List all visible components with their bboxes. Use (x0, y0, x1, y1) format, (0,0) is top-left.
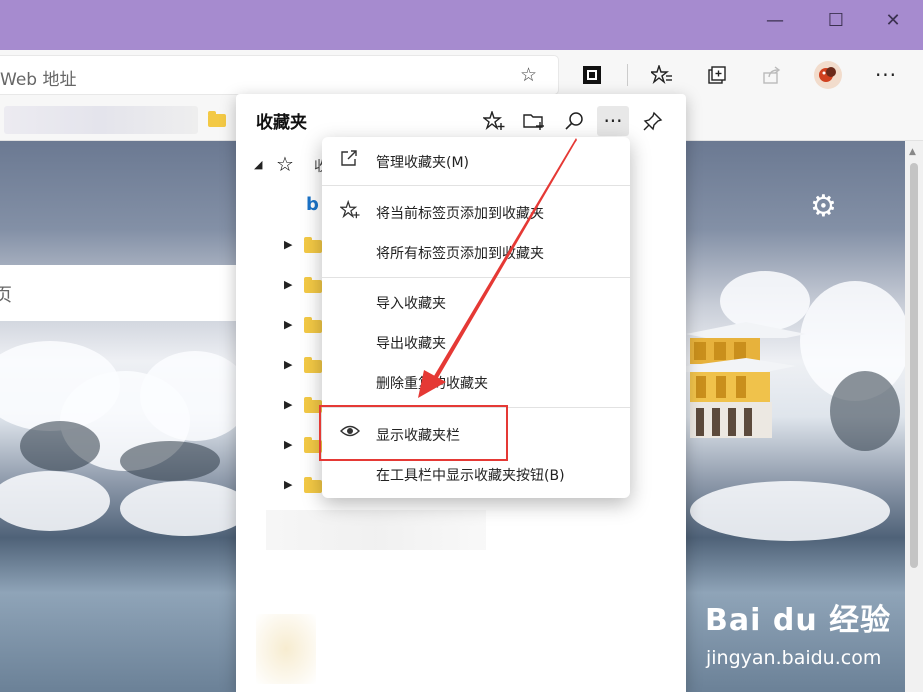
favorite-star-icon[interactable]: ☆ (520, 64, 537, 86)
toolbar: Web 地址 ☆ ··· (0, 50, 923, 100)
expand-arrow-icon[interactable]: ▶ (284, 318, 292, 331)
temple-image (686, 322, 806, 438)
toolbar-divider (627, 64, 628, 86)
address-bar[interactable]: Web 地址 ☆ (0, 56, 558, 94)
close-icon: ✕ (885, 9, 901, 31)
snow-bank (120, 481, 250, 536)
expand-arrow-icon[interactable]: ▶ (284, 478, 292, 491)
page-scrollbar[interactable]: ▲ (905, 141, 923, 692)
add-favorite-icon (339, 199, 360, 225)
menu-item-label: 将所有标签页添加到收藏夹 (376, 246, 544, 262)
collections-icon[interactable] (701, 60, 733, 90)
scroll-up-icon[interactable]: ▲ (909, 147, 916, 157)
minimize-icon: — (766, 9, 784, 31)
bing-icon: b (306, 194, 319, 215)
folder-icon (304, 237, 322, 253)
profile-avatar[interactable] (812, 60, 844, 90)
highlight-box (319, 405, 508, 461)
expand-arrow-icon[interactable]: ▶ (284, 438, 292, 451)
more-icon[interactable]: ··· (870, 60, 902, 90)
maximize-icon: ☐ (827, 9, 845, 31)
watermark-logo: Bai du 经验 (705, 603, 892, 638)
pin-icon[interactable] (637, 106, 669, 136)
snow-bank (690, 481, 890, 541)
snow-bank (0, 471, 110, 531)
folder-icon (304, 357, 322, 373)
address-placeholder: Web 地址 (0, 70, 77, 90)
folder-icon (304, 277, 322, 293)
search-hint: 页 (0, 285, 12, 306)
menu-item-label: 将当前标签页添加到收藏夹 (376, 206, 544, 222)
menu-item-import[interactable]: 导入收藏夹 (322, 282, 630, 322)
app-icon[interactable] (576, 60, 608, 90)
baidu-watermark: Bai du 经验 jingyan.baidu.com (705, 595, 892, 669)
expand-arrow-icon[interactable]: ▶ (284, 358, 292, 371)
expand-arrow-icon[interactable]: ▶ (284, 398, 292, 411)
add-favorite-icon[interactable] (478, 106, 510, 136)
external-link-icon (340, 149, 358, 172)
menu-item-label: 导出收藏夹 (376, 336, 446, 352)
menu-item-manage-favorites[interactable]: 管理收藏夹(M) (322, 141, 630, 181)
folder-icon (304, 317, 322, 333)
expand-arrow-icon[interactable]: ▶ (284, 238, 292, 251)
title-bar: — ☐ ✕ (0, 0, 923, 50)
folder-icon[interactable] (208, 111, 226, 127)
add-folder-icon[interactable] (518, 106, 550, 136)
more-options-icon[interactable]: ··· (597, 106, 629, 136)
menu-item-add-current-tab[interactable]: 将当前标签页添加到收藏夹 (322, 192, 630, 232)
blurred-bookmarks (4, 106, 198, 134)
watermark-url: jingyan.baidu.com (706, 647, 882, 669)
search-box[interactable]: 页 (0, 265, 240, 321)
minimize-button[interactable]: — (745, 0, 805, 40)
blurred-item (266, 510, 486, 550)
panel-title: 收藏夹 (256, 113, 307, 133)
star-icon: ☆ (276, 152, 294, 176)
share-icon[interactable] (756, 60, 788, 90)
menu-item-label: 管理收藏夹(M) (376, 155, 470, 171)
menu-item-add-all-tabs[interactable]: 将所有标签页添加到收藏夹 (322, 232, 630, 272)
blurred-item (256, 614, 316, 684)
tree-shadow (830, 371, 900, 451)
menu-item-remove-duplicates[interactable]: 删除重复的收藏夹 (322, 362, 630, 402)
snow-tree (140, 351, 250, 441)
menu-item-label: 导入收藏夹 (376, 296, 446, 312)
menu-item-export[interactable]: 导出收藏夹 (322, 322, 630, 362)
menu-separator (322, 277, 630, 278)
search-icon[interactable] (558, 106, 590, 136)
collapse-arrow-icon[interactable]: ◢ (254, 158, 262, 171)
menu-item-label: 在工具栏中显示收藏夹按钮(B) (376, 468, 565, 484)
close-button[interactable]: ✕ (863, 0, 923, 40)
tree-shadow (120, 441, 220, 481)
tree-shadow (20, 421, 100, 471)
favorites-icon[interactable] (646, 60, 678, 90)
menu-separator (322, 185, 630, 186)
folder-icon (304, 477, 322, 493)
scrollbar-thumb[interactable] (910, 163, 918, 568)
expand-arrow-icon[interactable]: ▶ (284, 278, 292, 291)
settings-gear-icon[interactable]: ⚙ (810, 189, 837, 224)
menu-item-label: 删除重复的收藏夹 (376, 376, 488, 392)
maximize-button[interactable]: ☐ (806, 0, 866, 40)
